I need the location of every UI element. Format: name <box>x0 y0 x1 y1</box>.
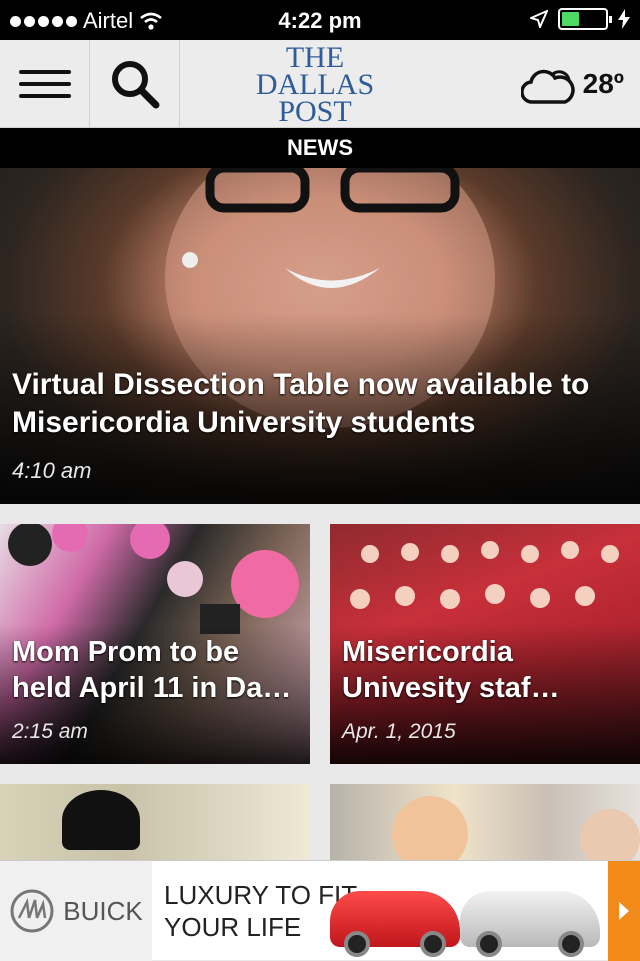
menu-icon <box>18 70 71 98</box>
menu-button[interactable] <box>0 40 90 128</box>
cloud-sun-icon <box>520 69 575 104</box>
story-image <box>330 784 640 864</box>
story-title: Misericordia Univesity staf… <box>342 636 560 704</box>
logo-line-2: DALLAS <box>255 68 375 101</box>
ad-tagline-line-1: LUXURY TO FIT <box>164 880 358 910</box>
battery-icon <box>558 8 612 30</box>
hero-time: 4:10 am <box>12 458 92 483</box>
location-arrow-icon <box>530 10 548 28</box>
logo-line-1: THE <box>285 41 345 74</box>
weather-widget[interactable]: 28º <box>520 62 624 106</box>
ad-car-image <box>460 891 600 957</box>
ad-tagline-line-2: YOUR LIFE <box>164 912 302 942</box>
story-card[interactable]: Misericordia Univesity staf… Apr. 1, 201… <box>330 524 640 764</box>
ad-car-image <box>330 891 460 957</box>
story-title: Mom Prom to be held April 11 in Da… <box>12 636 292 704</box>
ad-tagline: LUXURY TO FIT YOUR LIFE <box>164 879 357 943</box>
search-button[interactable] <box>90 40 180 128</box>
story-card[interactable] <box>0 784 310 864</box>
ad-arrow-button[interactable] <box>608 861 640 961</box>
app-header: THE DALLAS POST 28º <box>0 40 640 128</box>
arrow-right-icon <box>619 902 629 920</box>
buick-logo-icon <box>10 889 54 933</box>
temperature: 28º <box>582 68 624 99</box>
charging-bolt-icon <box>618 9 630 29</box>
ad-banner[interactable]: BUICK LUXURY TO FIT YOUR LIFE <box>0 860 640 961</box>
story-card[interactable] <box>330 784 640 864</box>
logo-line-3: POST <box>278 95 352 128</box>
app-logo[interactable]: THE DALLAS POST <box>220 41 410 128</box>
section-title: NEWS <box>0 128 640 168</box>
story-time: 2:15 am <box>12 720 88 743</box>
hero-title: Virtual Dissection Table now available t… <box>12 368 590 439</box>
ad-brand: BUICK <box>0 861 152 961</box>
status-right <box>530 8 630 30</box>
ad-brand-name: BUICK <box>63 895 143 926</box>
story-image <box>62 790 140 850</box>
status-bar: Airtel 4:22 pm <box>0 0 640 40</box>
hero-story[interactable]: Virtual Dissection Table now available t… <box>0 168 640 504</box>
story-time: Apr. 1, 2015 <box>342 720 456 743</box>
search-icon <box>111 61 159 109</box>
story-card[interactable]: Mom Prom to be held April 11 in Da… 2:15… <box>0 524 310 764</box>
